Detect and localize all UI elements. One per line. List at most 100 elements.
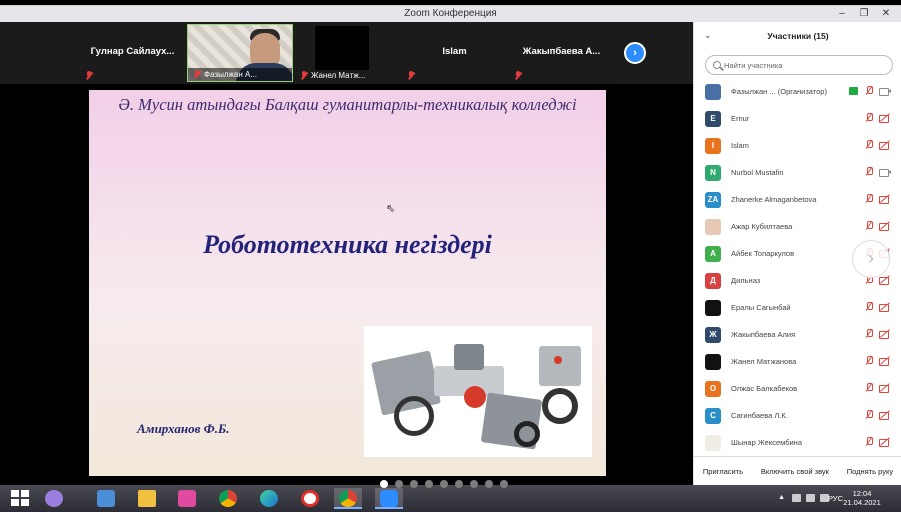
participant-name: Ажар Кубилтаева	[731, 222, 793, 231]
yandex-browser-icon[interactable]	[296, 488, 324, 509]
robots-image	[364, 326, 592, 457]
network-icon[interactable]	[806, 494, 815, 502]
video-off-icon	[879, 221, 891, 231]
page-dot[interactable]	[470, 480, 478, 488]
participant-avatar: E	[705, 111, 721, 127]
participant-row[interactable]: О Олжас Балкабеков	[694, 376, 901, 403]
minimize-button[interactable]: –	[831, 7, 853, 21]
slide-author: Амирханов Ф.Б.	[137, 421, 230, 436]
camera-app-icon[interactable]	[173, 488, 201, 509]
participant-avatar: О	[705, 381, 721, 397]
edge-icon[interactable]	[255, 488, 283, 509]
mic-muted-icon	[864, 302, 873, 312]
video-off-icon	[879, 329, 891, 339]
participant-name: Олжас Балкабеков	[731, 384, 798, 393]
participant-row[interactable]: E Ernur	[694, 106, 901, 133]
tile-name: Гулнар Сайлаух...	[90, 46, 175, 57]
participant-row[interactable]: I Islam	[694, 133, 901, 160]
maximize-button[interactable]: ❐	[853, 7, 875, 21]
participants-panel: ⌄ Участники (15) Фазылжан ... (Организат…	[693, 22, 901, 485]
next-page-icon[interactable]: ›	[624, 42, 646, 64]
chrome-active-icon[interactable]	[334, 488, 362, 509]
participant-name: Islam	[731, 141, 749, 150]
page-dot[interactable]	[440, 480, 448, 488]
page-dot[interactable]	[410, 480, 418, 488]
video-off-icon	[879, 275, 891, 285]
meeting-area: Гулнар Сайлаух... Фазылжан А... Жанел Ма…	[0, 22, 693, 485]
speaker-app-icon[interactable]	[92, 488, 120, 509]
assistant-icon[interactable]	[40, 488, 68, 509]
title-bar: Zoom Конференция – ❐ ✕	[0, 5, 901, 22]
video-camera-icon	[879, 86, 891, 96]
mic-muted-icon	[193, 70, 201, 79]
mic-muted-icon	[514, 71, 522, 80]
robot-shape	[394, 396, 434, 436]
video-off-icon	[879, 113, 891, 123]
tray-arrow-icon[interactable]: ▲	[778, 494, 785, 501]
participant-avatar	[705, 354, 721, 370]
clock[interactable]: 12:04 21.04.2021	[842, 489, 882, 507]
video-off-icon	[879, 437, 891, 447]
screen: Zoom Конференция – ❐ ✕ Гулнар Сайлаух...…	[0, 0, 901, 512]
folder-icon[interactable]	[133, 488, 161, 509]
participant-row[interactable]: Жанел Матжанова	[694, 349, 901, 376]
page-dot[interactable]	[455, 480, 463, 488]
close-button[interactable]: ✕	[875, 7, 897, 21]
slide-college: Ә. Мусин атындағы Балқаш гуманитарлы-тех…	[118, 95, 577, 114]
mic-muted-icon	[864, 194, 873, 204]
video-off-box	[315, 26, 369, 70]
participant-name: Жанел Матжанова	[731, 357, 797, 366]
invite-button[interactable]: Пригласить	[703, 467, 743, 476]
participant-row[interactable]: С Сагинбаева Л.К.	[694, 403, 901, 430]
mic-muted-icon	[864, 221, 873, 231]
page-dot[interactable]	[485, 480, 493, 488]
participant-row[interactable]: Ажар Кубилтаева	[694, 214, 901, 241]
participant-tile[interactable]: Жакыпбаева А...	[509, 24, 614, 82]
tile-name: Жакыпбаева А...	[522, 46, 601, 57]
participant-avatar: А	[705, 246, 721, 262]
participant-row[interactable]: Ералы Сагынбай	[694, 295, 901, 322]
participant-name: Шынар Жексембина	[731, 438, 802, 447]
tile-caption: Жанел Матж...	[311, 71, 366, 80]
participant-row[interactable]: Фазылжан ... (Организатор)	[694, 79, 901, 106]
chrome-icon[interactable]	[214, 488, 242, 509]
page-dot[interactable]	[380, 480, 388, 488]
participant-name: Ernur	[731, 114, 750, 123]
shared-slide: Ә. Мусин атындағы Балқаш гуманитарлы-тех…	[89, 90, 606, 476]
raise-hand-button[interactable]: Поднять руку	[847, 467, 893, 476]
participant-name: Ералы Сагынбай	[731, 303, 791, 312]
video-off-icon	[879, 302, 891, 312]
panel-footer: Пригласить Включить свой звук Поднять ру…	[694, 456, 901, 485]
windows-start-icon[interactable]	[6, 488, 34, 509]
participant-tile[interactable]: Жанел Матж...	[295, 24, 400, 82]
page-dot[interactable]	[425, 480, 433, 488]
battery-icon[interactable]	[792, 494, 801, 502]
participant-video-tile[interactable]: Фазылжан А...	[187, 24, 293, 82]
mic-muted-icon	[864, 437, 873, 447]
gallery-strip: Гулнар Сайлаух... Фазылжан А... Жанел Ма…	[0, 22, 693, 84]
participant-row[interactable]: Шынар Жексембина	[694, 430, 901, 457]
participant-row[interactable]: N Nurbol Mustafin	[694, 160, 901, 187]
participant-name: Фазылжан ... (Организатор)	[731, 87, 827, 96]
page-dot[interactable]	[395, 480, 403, 488]
tile-caption: Фазылжан А...	[204, 70, 257, 79]
zoom-app-icon[interactable]	[375, 488, 403, 509]
slide-topic: Робототехника негіздері	[203, 230, 492, 259]
search-box[interactable]	[705, 55, 893, 75]
page-dot[interactable]	[500, 480, 508, 488]
language-indicator[interactable]: РУС	[828, 494, 843, 503]
participant-row[interactable]: ZA Zhanerke Almaganbetova	[694, 187, 901, 214]
host-badge-icon	[849, 87, 858, 95]
unmute-button[interactable]: Включить свой звук	[761, 467, 829, 476]
mic-muted-icon	[864, 383, 873, 393]
participant-tile[interactable]: Islam	[402, 24, 507, 82]
scroll-right-icon[interactable]: ›	[852, 240, 890, 278]
robot-shape	[554, 356, 562, 364]
mic-muted-icon	[85, 71, 93, 80]
participant-tile[interactable]: Гулнар Сайлаух...	[80, 24, 185, 82]
participant-row[interactable]: Ж Жакыпбаева Алия	[694, 322, 901, 349]
participant-avatar	[705, 219, 721, 235]
search-input[interactable]	[724, 58, 884, 73]
clock-date: 21.04.2021	[843, 498, 881, 507]
robot-shape	[514, 421, 540, 447]
